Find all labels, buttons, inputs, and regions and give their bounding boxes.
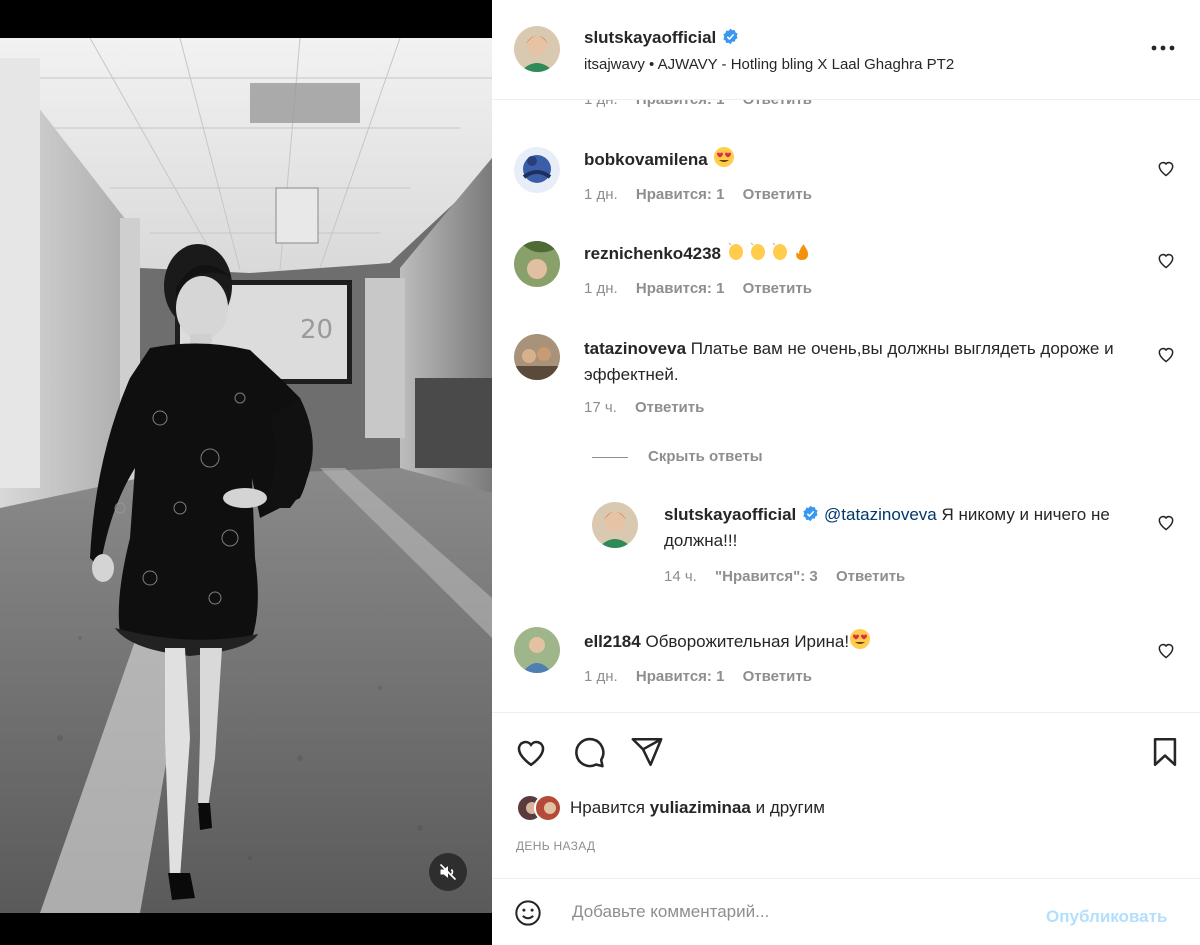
comment-username[interactable]: reznichenko4238 — [584, 244, 721, 263]
commenter-avatar[interactable] — [514, 147, 560, 193]
comment-time: 1 дн. — [584, 100, 618, 108]
audio-attribution: itsajwavy • AJWAVY - Hotling bling X Laa… — [584, 56, 954, 73]
comment-reply-button[interactable]: Ответить — [635, 399, 704, 416]
heart-icon[interactable] — [514, 735, 548, 769]
comment-meta: 17 ч. Ответить — [584, 399, 718, 416]
commenter-avatar[interactable] — [514, 241, 560, 287]
reply-time: 14 ч. — [664, 568, 697, 585]
comment-likes[interactable]: Нравится: 1 — [636, 280, 725, 297]
comment-meta: 1 дн. Нравится: 1 Ответить — [584, 186, 826, 203]
svg-text:20: 20 — [300, 315, 333, 345]
share-icon[interactable] — [630, 735, 664, 769]
mute-icon — [439, 863, 457, 881]
reply-like-heart-icon[interactable] — [1156, 512, 1176, 532]
comment-like-heart-icon[interactable] — [1156, 158, 1176, 178]
post-actions: Нравится yuliaziminaa и другим ДЕНЬ НАЗА… — [492, 712, 1200, 878]
audio-user-link[interactable]: itsajwavy — [584, 56, 645, 73]
verified-badge-icon — [723, 28, 738, 45]
reply-meta: 14 ч. "Нравится": 3 Ответить — [664, 568, 919, 585]
author-username[interactable]: slutskayaofficial — [584, 28, 716, 47]
hide-replies-label: Скрыть ответы — [648, 448, 763, 465]
reply-username[interactable]: slutskayaofficial — [664, 505, 796, 524]
author-avatar[interactable] — [514, 26, 560, 72]
commenter-avatar[interactable] — [514, 334, 560, 380]
comment-icon[interactable] — [572, 735, 606, 769]
instagram-post-viewer: 20 slutskayaofficial itsajwavy • AJWAVY … — [0, 0, 1200, 945]
comment-like-heart-icon[interactable] — [1156, 344, 1176, 364]
comment-meta: 1 дн. Нравится: 1 Ответить — [584, 280, 826, 297]
comment-meta-partial: 1 дн. Нравится: 1 Ответить — [584, 100, 826, 108]
comment-reply-button[interactable]: Ответить — [743, 100, 812, 108]
comment-like-heart-icon[interactable] — [1156, 250, 1176, 270]
audio-track-link[interactable]: AJWAVY - Hotling bling X Laal Ghaghra PT… — [658, 56, 955, 73]
comment-likes[interactable]: Нравится: 1 — [636, 186, 725, 203]
bookmark-icon[interactable] — [1148, 735, 1182, 769]
comment-reply-button[interactable]: Ответить — [743, 668, 812, 685]
heart-eyes-emoji-icon — [713, 147, 734, 167]
comment-username[interactable]: tatazinoveva — [584, 339, 686, 358]
audio-separator: • — [649, 56, 655, 73]
hide-replies-button[interactable]: Скрыть ответы — [592, 448, 763, 465]
comment-time: 1 дн. — [584, 280, 618, 297]
post-date[interactable]: ДЕНЬ НАЗАД — [516, 839, 595, 853]
comment-like-heart-icon[interactable] — [1156, 640, 1176, 660]
heart-eyes-emoji-icon — [850, 629, 871, 649]
likes-text: Нравится yuliaziminaa и другим — [570, 798, 825, 818]
likes-summary: Нравится yuliaziminaa и другим — [516, 793, 825, 823]
post-details-panel: slutskayaofficial itsajwavy • AJWAVY - H… — [492, 0, 1200, 945]
comments-list: 1 дн. Нравится: 1 Ответить bobkovamilena… — [492, 100, 1200, 712]
video-frame-illustration: 20 — [0, 38, 492, 913]
comment-likes[interactable]: Нравится: 1 — [636, 100, 725, 108]
reply-reply-button[interactable]: Ответить — [836, 568, 905, 585]
comment-time: 1 дн. — [584, 668, 618, 685]
post-media: 20 — [0, 0, 492, 945]
post-header: slutskayaofficial itsajwavy • AJWAVY - H… — [492, 0, 1200, 100]
comment-time: 1 дн. — [584, 186, 618, 203]
comment-username[interactable]: bobkovamilena — [584, 150, 708, 169]
comment-reply-button[interactable]: Ответить — [743, 280, 812, 297]
likes-prefix: Нравится — [570, 798, 646, 817]
comment-time: 17 ч. — [584, 399, 617, 416]
more-options-button[interactable] — [1148, 36, 1178, 60]
liker-avatar — [534, 794, 562, 822]
reply-likes[interactable]: "Нравится": 3 — [715, 568, 818, 585]
mute-toggle-button[interactable] — [429, 853, 467, 891]
more-options-icon — [1151, 45, 1175, 51]
reply-author-avatar[interactable] — [592, 502, 638, 548]
clap-fire-emoji-icon — [728, 242, 808, 260]
hide-replies-line — [592, 456, 628, 458]
add-comment-bar: Опубликовать — [492, 878, 1200, 945]
comment-likes[interactable]: Нравится: 1 — [636, 668, 725, 685]
verified-badge-icon — [803, 505, 818, 522]
comment-reply-button[interactable]: Ответить — [743, 186, 812, 203]
likes-user-link[interactable]: yuliaziminaa — [650, 798, 751, 817]
emoji-icon[interactable] — [514, 899, 542, 927]
likes-suffix[interactable]: и другим — [756, 798, 825, 817]
comment-text: Обворожительная Ирина! — [645, 632, 850, 651]
commenter-avatar[interactable] — [514, 627, 560, 673]
publish-button[interactable]: Опубликовать — [1046, 907, 1167, 927]
comment-input[interactable] — [572, 897, 1012, 927]
comment-username[interactable]: ell2184 — [584, 632, 641, 651]
post-video[interactable]: 20 — [0, 38, 492, 913]
reply-mention-link[interactable]: @tatazinoveva — [824, 505, 937, 524]
comment-meta: 1 дн. Нравится: 1 Ответить — [584, 668, 826, 685]
